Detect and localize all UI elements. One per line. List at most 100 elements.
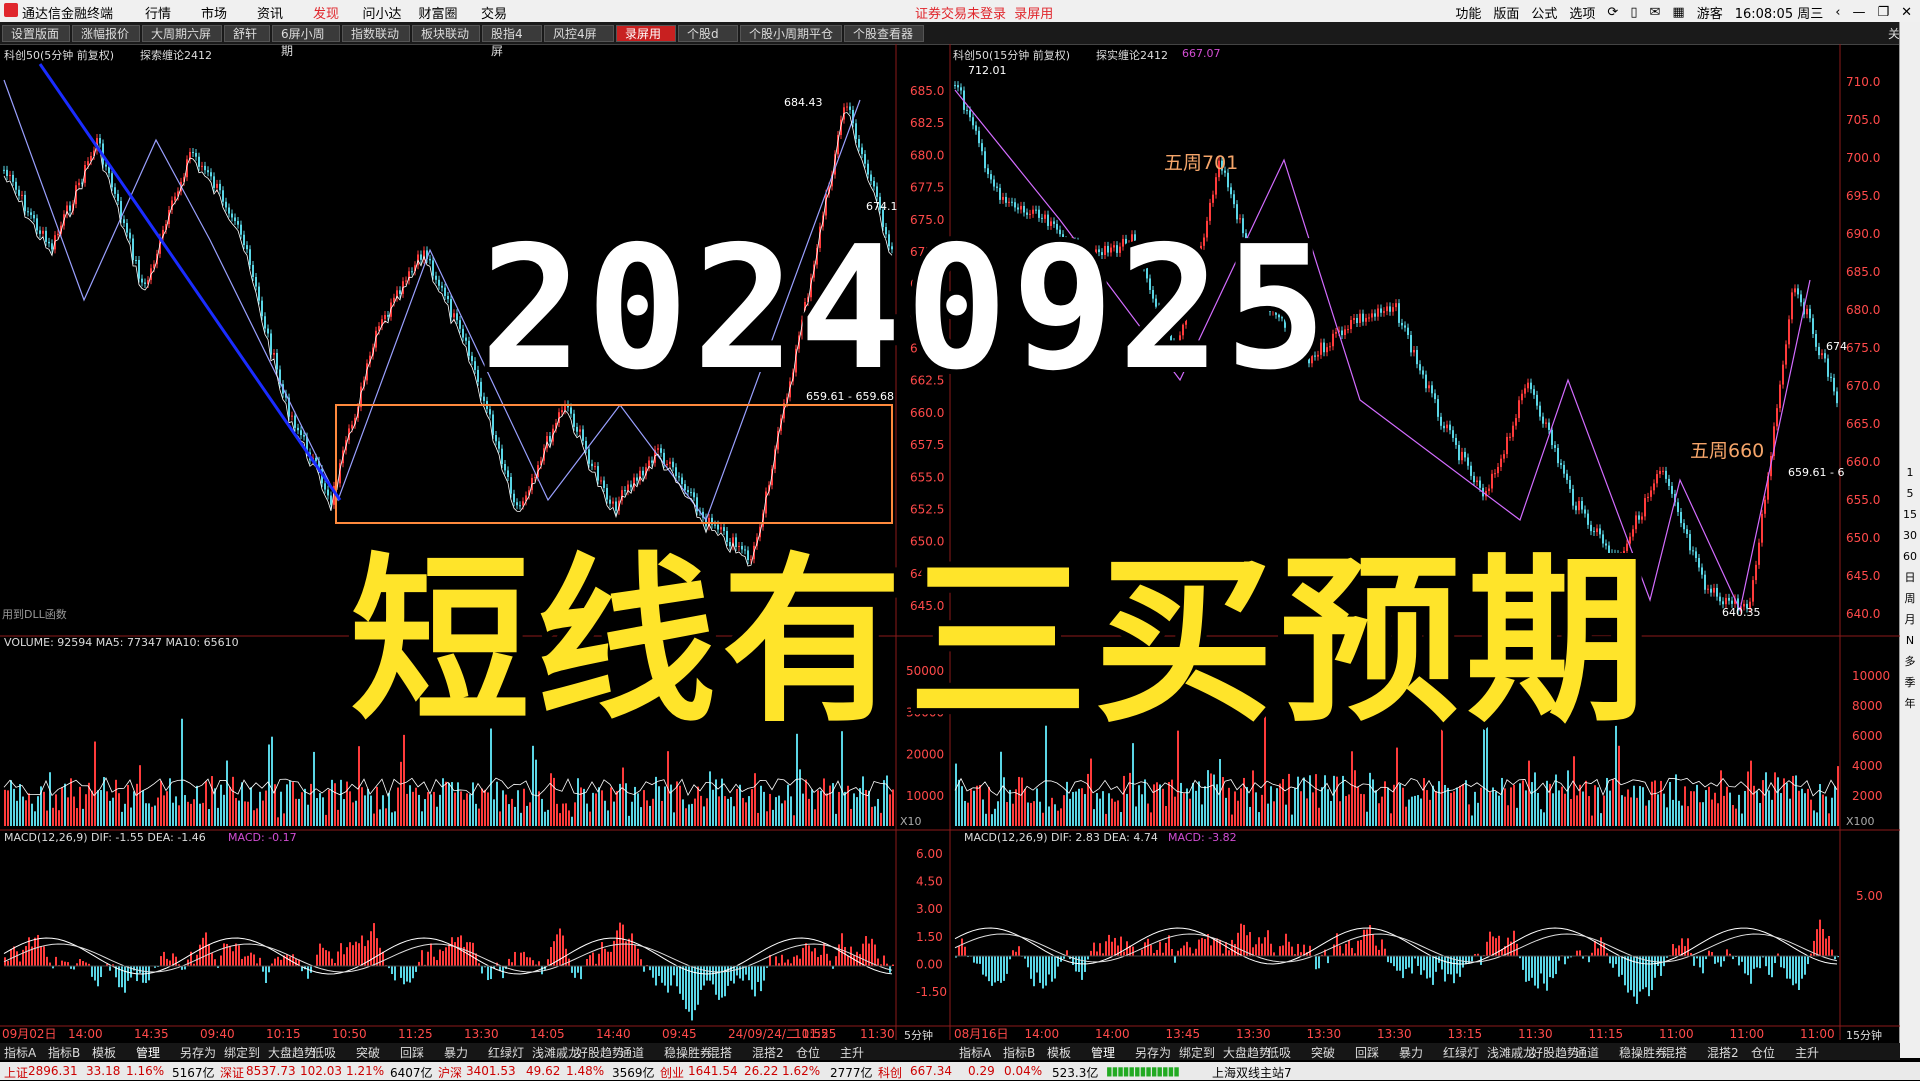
left-indicator-tab[interactable]: 指标B xyxy=(48,1044,80,1061)
left-volume-bar xyxy=(421,811,423,826)
right-price-candle xyxy=(1662,471,1664,472)
period-quarter[interactable]: 季 xyxy=(1900,672,1920,693)
left-volume-bar xyxy=(283,813,285,826)
left-indicator-tab[interactable]: 稳操胜券 xyxy=(664,1044,712,1061)
period-5[interactable]: 5 xyxy=(1900,483,1920,504)
period-60[interactable]: 60 xyxy=(1900,546,1920,567)
right-macd-bar xyxy=(1054,956,1056,979)
right-volume-bar xyxy=(1489,792,1491,826)
right-macd-bar xyxy=(1588,956,1590,962)
left-indicator-tab[interactable]: 绑定到 xyxy=(224,1044,260,1061)
left-macd-bar xyxy=(574,966,576,978)
right-macd-bar xyxy=(1738,956,1740,965)
right-indicator-tab[interactable]: 指标B xyxy=(1003,1044,1035,1061)
right-indicator-tab[interactable]: 混搭2 xyxy=(1707,1044,1739,1061)
right-indicator-tab[interactable]: 回踩 xyxy=(1355,1044,1379,1061)
right-volume-bar xyxy=(1054,804,1056,826)
status-server[interactable]: 上海双线主站7 xyxy=(1212,1064,1292,1081)
right-indicator-tab[interactable]: 绑定到 xyxy=(1179,1044,1215,1061)
left-volume-bar xyxy=(22,797,24,826)
right-indicator-tab[interactable]: 红绿灯 xyxy=(1443,1044,1479,1061)
left-indicator-tab[interactable]: 管理 xyxy=(136,1044,160,1061)
right-time-label: 13:30 xyxy=(1307,1027,1342,1040)
period-year[interactable]: 年 xyxy=(1900,693,1920,714)
right-macd-bar xyxy=(1489,932,1491,956)
left-macd-bar xyxy=(598,954,600,966)
right-price-candle xyxy=(1728,598,1730,601)
left-indicator-tab[interactable]: 指标A xyxy=(4,1044,36,1061)
left-indicator-tab[interactable]: 回踩 xyxy=(400,1044,424,1061)
period-15[interactable]: 15 xyxy=(1900,504,1920,525)
right-macd-bar xyxy=(1603,944,1605,956)
left-macd-bar xyxy=(355,942,357,966)
period-n[interactable]: N xyxy=(1900,630,1920,651)
period-multi[interactable]: 多 xyxy=(1900,651,1920,672)
right-indicator-tab[interactable]: 低吸 xyxy=(1267,1044,1291,1061)
right-indicator-tab[interactable]: 主升 xyxy=(1795,1044,1819,1061)
period-day[interactable]: 日 xyxy=(1900,567,1920,588)
left-indicator-tab[interactable]: 另存为 xyxy=(180,1044,216,1061)
right-indicator-tab[interactable]: 稳操胜券 xyxy=(1619,1044,1667,1061)
right-price-candle xyxy=(1494,473,1496,474)
left-macd-bar xyxy=(265,966,267,983)
left-indicator-tab[interactable]: 突破 xyxy=(356,1044,380,1061)
right-macd-bar xyxy=(1315,956,1317,969)
right-macd-bar xyxy=(1486,942,1488,956)
right-price-candle xyxy=(954,85,956,86)
left-price-candle xyxy=(213,176,215,188)
right-indicator-tab[interactable]: 仓位 xyxy=(1751,1044,1775,1061)
left-indicator-tab[interactable]: 仓位 xyxy=(796,1044,820,1061)
left-volume-bar xyxy=(46,811,48,826)
period-week[interactable]: 周 xyxy=(1900,588,1920,609)
left-price-candle xyxy=(225,202,227,208)
right-price-candle xyxy=(1374,313,1376,316)
left-volume-bar xyxy=(349,791,351,826)
left-price-candle xyxy=(477,370,479,382)
right-indicator-tab[interactable]: 大盘趋势 xyxy=(1223,1044,1271,1061)
right-indicator-tab[interactable]: 通道 xyxy=(1575,1044,1599,1061)
right-volume-bar xyxy=(1210,773,1212,826)
left-indicator-tab[interactable]: 混搭 xyxy=(708,1044,732,1061)
left-indicator-tab[interactable]: 浅滩戚龙 xyxy=(532,1044,580,1061)
left-macd-bar xyxy=(406,966,408,982)
left-indicator-tab[interactable]: 暴力 xyxy=(444,1044,468,1061)
right-indicator-tab[interactable]: 好股趋势 xyxy=(1531,1044,1579,1061)
left-price-candle xyxy=(30,212,32,215)
right-volume-bar xyxy=(1798,791,1800,826)
left-indicator-tab[interactable]: 大盘趋势 xyxy=(268,1044,316,1061)
right-indicator-tab[interactable]: 指标A xyxy=(959,1044,991,1061)
left-macd-bar xyxy=(802,948,804,966)
right-volume-bar xyxy=(1654,780,1656,826)
left-indicator-tab[interactable]: 通道 xyxy=(620,1044,644,1061)
left-indicator-tab[interactable]: 混搭2 xyxy=(752,1044,784,1061)
right-indicator-tab[interactable]: 突破 xyxy=(1311,1044,1335,1061)
period-30[interactable]: 30 xyxy=(1900,525,1920,546)
right-indicator-tab[interactable]: 暴力 xyxy=(1399,1044,1423,1061)
right-volume-bar xyxy=(1660,781,1662,826)
close-icon[interactable]: ✕ xyxy=(1901,5,1912,20)
right-macd-bar xyxy=(1156,950,1158,956)
annotation-five-week-660: 五周660 xyxy=(1690,436,1764,463)
left-indicator-tab[interactable]: 好股趋势 xyxy=(576,1044,624,1061)
left-price-candle xyxy=(27,211,29,212)
right-indicator-tab[interactable]: 模板 xyxy=(1047,1044,1071,1061)
right-macd-bar xyxy=(1420,956,1422,975)
left-indicator-tab[interactable]: 红绿灯 xyxy=(488,1044,524,1061)
period-1[interactable]: 1 xyxy=(1900,462,1920,483)
left-indicator-tab[interactable]: 主升 xyxy=(840,1044,864,1061)
right-indicator-tab[interactable]: 另存为 xyxy=(1135,1044,1171,1061)
right-macd-chart[interactable] xyxy=(955,920,1839,1004)
right-indicator-tab[interactable]: 浅滩戚龙 xyxy=(1487,1044,1535,1061)
left-macd-bar xyxy=(529,957,531,966)
left-macd-bar xyxy=(79,959,81,966)
right-indicator-tab[interactable]: 混搭 xyxy=(1663,1044,1687,1061)
left-macd-chart[interactable] xyxy=(4,923,894,1021)
left-indicator-tab[interactable]: 模板 xyxy=(92,1044,116,1061)
right-price-candle xyxy=(1722,601,1724,604)
left-macd-bar xyxy=(262,966,264,972)
period-month[interactable]: 月 xyxy=(1900,609,1920,630)
right-indicator-tab[interactable]: 管理 xyxy=(1091,1044,1115,1061)
left-volume-bar xyxy=(226,761,228,826)
right-volume-bar xyxy=(1342,776,1344,826)
left-indicator-tab[interactable]: 低吸 xyxy=(312,1044,336,1061)
